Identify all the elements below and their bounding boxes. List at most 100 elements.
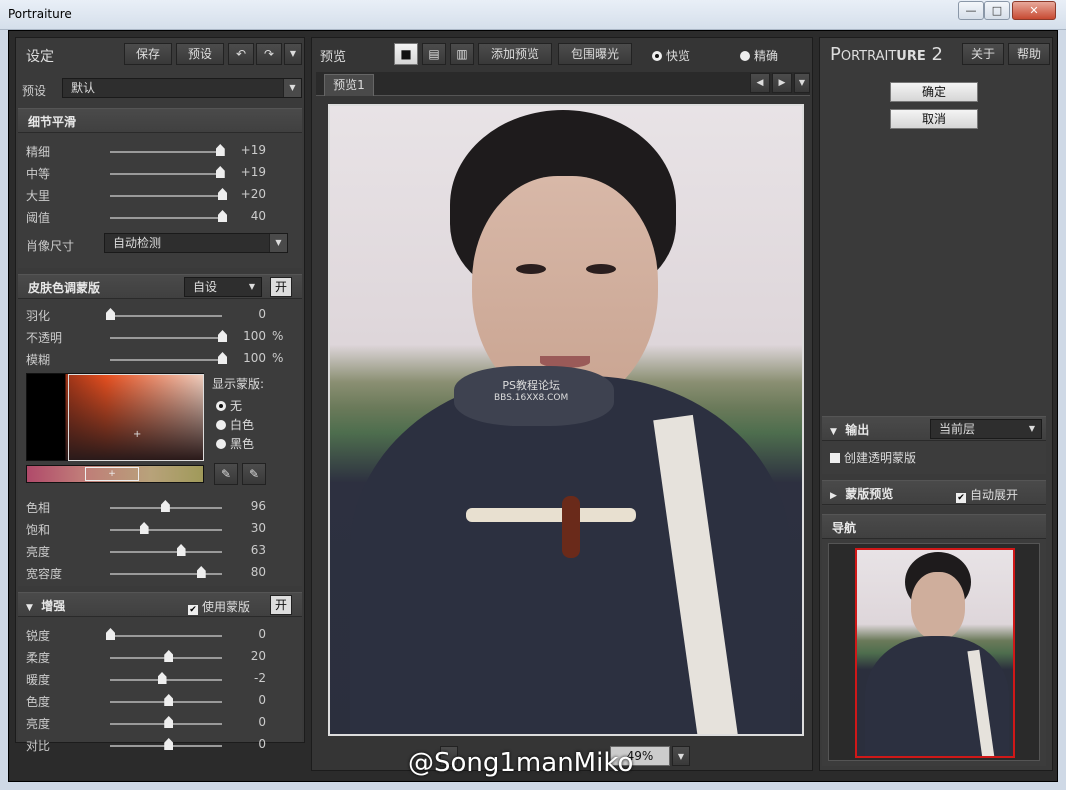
eye-right — [586, 264, 616, 274]
slider-value[interactable]: 63 — [230, 543, 266, 557]
tab-menu-button[interactable]: ▼ — [794, 73, 810, 93]
slider-value[interactable]: 0 — [230, 307, 266, 321]
about-button[interactable]: 关于 — [962, 43, 1004, 65]
single-view-button[interactable]: ■ — [394, 43, 418, 65]
portrait-size-select[interactable]: 自动检测 ▼ — [104, 233, 288, 253]
eyedropper-button[interactable]: ✎ — [214, 463, 238, 485]
slider-track[interactable] — [110, 217, 222, 219]
skin-mask-toggle[interactable]: 开 — [270, 277, 292, 297]
slider-value[interactable]: +20 — [230, 187, 266, 201]
slider-row: 饱和 30 — [18, 519, 298, 539]
mask-option-radio[interactable]: 无 — [216, 397, 242, 414]
zoom-menu-button[interactable]: ▼ — [672, 746, 690, 766]
undo-button[interactable]: ↶ — [228, 43, 254, 65]
preview-image[interactable]: PS教程论坛 BBS.16XX8.COM — [328, 104, 804, 736]
slider-value[interactable]: 0 — [230, 693, 266, 707]
slider-value[interactable]: +19 — [230, 143, 266, 157]
slider-thumb[interactable] — [218, 352, 227, 364]
maximize-button[interactable]: □ — [984, 1, 1010, 20]
slider-track[interactable] — [110, 635, 222, 637]
slider-thumb[interactable] — [139, 522, 149, 534]
slider-row: 亮度 0 — [18, 713, 298, 733]
preview-tab[interactable]: 预览1 — [324, 74, 374, 96]
slider-thumb[interactable] — [196, 566, 206, 578]
slider-value[interactable]: 0 — [230, 627, 266, 641]
slider-thumb[interactable] — [164, 650, 174, 662]
mask-option-radio[interactable]: 黑色 — [216, 435, 254, 452]
slider-label: 亮度 — [26, 545, 51, 559]
tab-prev-button[interactable]: ◀ — [750, 73, 770, 93]
enhance-toggle[interactable]: 开 — [270, 595, 292, 615]
detail-smoothing-header[interactable]: 细节平滑 — [18, 109, 302, 133]
settings-menu-button[interactable]: ▼ — [284, 43, 302, 65]
radio-icon — [216, 439, 226, 449]
preset-button[interactable]: 预设 — [176, 43, 224, 65]
redo-button[interactable]: ↷ — [256, 43, 282, 65]
slider-value[interactable]: 40 — [230, 209, 266, 223]
slider-value[interactable]: 0 — [230, 715, 266, 729]
use-mask-checkbox[interactable]: ✔ 使用蒙版 — [188, 598, 250, 615]
slider-thumb[interactable] — [106, 308, 115, 320]
slider-track[interactable] — [110, 551, 222, 553]
slider-thumb[interactable] — [218, 188, 227, 200]
slider-value[interactable]: 0 — [230, 737, 266, 751]
eye-left — [516, 264, 546, 274]
navigator-header: 导航 — [822, 515, 1046, 539]
close-button[interactable]: ✕ — [1012, 1, 1056, 20]
split-horizontal-button[interactable]: ▤ — [422, 43, 446, 65]
save-button[interactable]: 保存 — [124, 43, 172, 65]
cancel-button[interactable]: 取消 — [890, 109, 978, 129]
mask-option-radio[interactable]: 白色 — [216, 416, 254, 433]
fast-preview-radio[interactable]: 快览 — [652, 47, 690, 64]
slider-thumb[interactable] — [164, 738, 174, 750]
slider-thumb[interactable] — [164, 716, 174, 728]
slider-track[interactable] — [110, 529, 222, 531]
tab-next-button[interactable]: ▶ — [772, 73, 792, 93]
slider-track[interactable] — [110, 337, 222, 339]
slider-value[interactable]: 80 — [230, 565, 266, 579]
add-preview-button[interactable]: 添加预览 — [478, 43, 552, 65]
enhance-header[interactable]: ▼ 增强 — [18, 593, 302, 617]
slider-thumb[interactable] — [218, 330, 227, 342]
slider-value[interactable]: 96 — [230, 499, 266, 513]
skin-mode-select[interactable]: 自设 ▼ — [184, 277, 262, 297]
slider-track[interactable] — [110, 151, 222, 153]
window-title: Portraiture — [8, 7, 72, 21]
slider-value[interactable]: -2 — [230, 671, 266, 685]
slider-track[interactable] — [110, 195, 222, 197]
ok-button[interactable]: 确定 — [890, 82, 978, 102]
slider-thumb[interactable] — [176, 544, 186, 556]
navigator-thumbnail[interactable] — [855, 548, 1015, 758]
minimize-button[interactable]: — — [958, 1, 984, 20]
create-mask-checkbox[interactable]: 创建透明蒙版 — [830, 449, 916, 466]
slider-thumb[interactable] — [164, 694, 174, 706]
accurate-preview-radio[interactable]: 精确 — [740, 47, 778, 64]
auto-expand-checkbox[interactable]: ✔ 自动展开 — [956, 486, 1018, 503]
slider-value[interactable]: 100 — [230, 351, 266, 365]
preset-select[interactable]: 默认 ▼ — [62, 78, 302, 98]
slider-thumb[interactable] — [215, 166, 225, 178]
accurate-preview-label: 精确 — [754, 49, 779, 63]
slider-value[interactable]: 100 — [230, 329, 266, 343]
slider-thumb[interactable] — [218, 210, 227, 222]
help-button[interactable]: 帮助 — [1008, 43, 1050, 65]
bracket-button[interactable]: 包围曝光 — [558, 43, 632, 65]
skin-color-field[interactable]: + — [26, 373, 204, 461]
slider-label: 对比 — [26, 739, 51, 753]
slider-value[interactable]: +19 — [230, 165, 266, 179]
slider-thumb[interactable] — [215, 144, 225, 156]
hue-strip[interactable]: + — [26, 465, 204, 483]
slider-value[interactable]: 30 — [230, 521, 266, 535]
slider-track[interactable] — [110, 173, 222, 175]
slider-track[interactable] — [110, 315, 222, 317]
slider-row: 色相 96 — [18, 497, 298, 517]
triangle-down-icon: ▼ — [830, 427, 837, 437]
slider-track[interactable] — [110, 359, 222, 361]
slider-thumb[interactable] — [160, 500, 170, 512]
eyedropper-plus-button[interactable]: ✎ — [242, 463, 266, 485]
slider-thumb[interactable] — [157, 672, 167, 684]
slider-thumb[interactable] — [106, 628, 115, 640]
split-vertical-button[interactable]: ▥ — [450, 43, 474, 65]
slider-value[interactable]: 20 — [230, 649, 266, 663]
output-select[interactable]: 当前层 ▼ — [930, 419, 1042, 439]
